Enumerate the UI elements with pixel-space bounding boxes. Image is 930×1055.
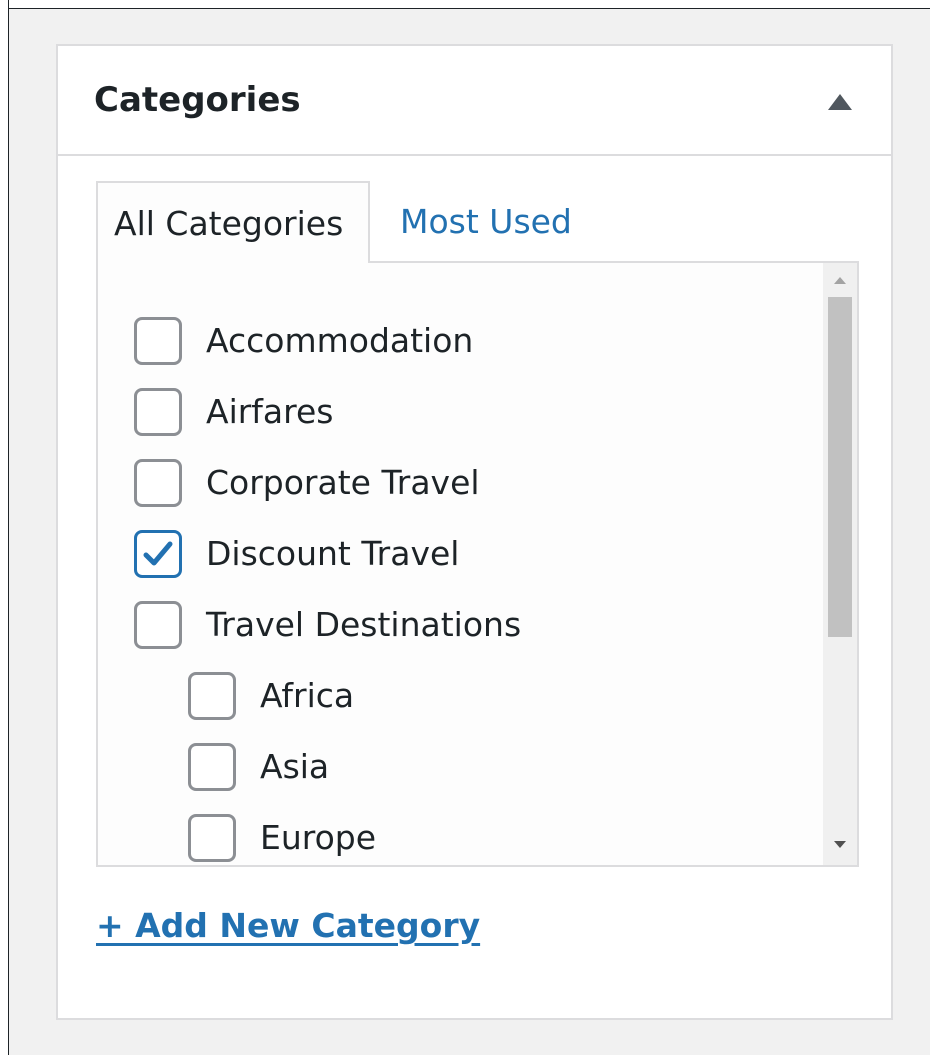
- category-label: Accommodation: [206, 321, 474, 360]
- add-new-category-link[interactable]: + Add New Category: [96, 906, 480, 946]
- category-label: Discount Travel: [206, 534, 460, 573]
- category-item-corporate-travel[interactable]: Corporate Travel: [134, 453, 480, 513]
- checkbox[interactable]: [134, 388, 182, 436]
- checkbox[interactable]: [188, 814, 236, 862]
- category-item-africa[interactable]: Africa: [188, 666, 354, 726]
- window-frame-left: [0, 0, 9, 1055]
- triangle-up-icon[interactable]: [828, 94, 852, 110]
- panel-header: Categories: [58, 46, 891, 156]
- tab-most-used[interactable]: Most Used: [384, 181, 588, 263]
- window-frame-top: [0, 0, 930, 9]
- checkbox-checked[interactable]: [134, 530, 182, 578]
- category-item-airfares[interactable]: Airfares: [134, 382, 334, 442]
- checkbox[interactable]: [134, 601, 182, 649]
- category-label: Airfares: [206, 392, 334, 431]
- checkmark-icon: [143, 541, 173, 566]
- category-checklist[interactable]: Accommodation Airfares Corporate Travel …: [96, 261, 859, 867]
- checkbox[interactable]: [134, 317, 182, 365]
- scroll-up-arrow-icon[interactable]: [834, 277, 846, 284]
- category-label: Europe: [260, 818, 377, 857]
- category-item-europe[interactable]: Europe: [188, 808, 377, 865]
- category-label: Africa: [260, 676, 355, 715]
- category-item-asia[interactable]: Asia: [188, 737, 329, 797]
- panel-title: Categories: [94, 80, 301, 120]
- category-label: Corporate Travel: [206, 463, 480, 502]
- category-label: Asia: [260, 747, 330, 786]
- categories-panel: Categories All Categories Most Used Acco…: [56, 44, 893, 1020]
- checkbox[interactable]: [188, 743, 236, 791]
- category-item-travel-destinations[interactable]: Travel Destinations: [134, 595, 521, 655]
- tab-all-categories[interactable]: All Categories: [96, 181, 370, 263]
- category-label: Travel Destinations: [206, 605, 522, 644]
- scrollbar-thumb[interactable]: [828, 297, 852, 637]
- checkbox[interactable]: [134, 459, 182, 507]
- checkbox[interactable]: [188, 672, 236, 720]
- category-item-accommodation[interactable]: Accommodation: [134, 311, 473, 371]
- vertical-scrollbar[interactable]: [823, 263, 857, 865]
- category-item-discount-travel[interactable]: Discount Travel: [134, 524, 459, 584]
- scroll-down-arrow-icon[interactable]: [834, 841, 846, 848]
